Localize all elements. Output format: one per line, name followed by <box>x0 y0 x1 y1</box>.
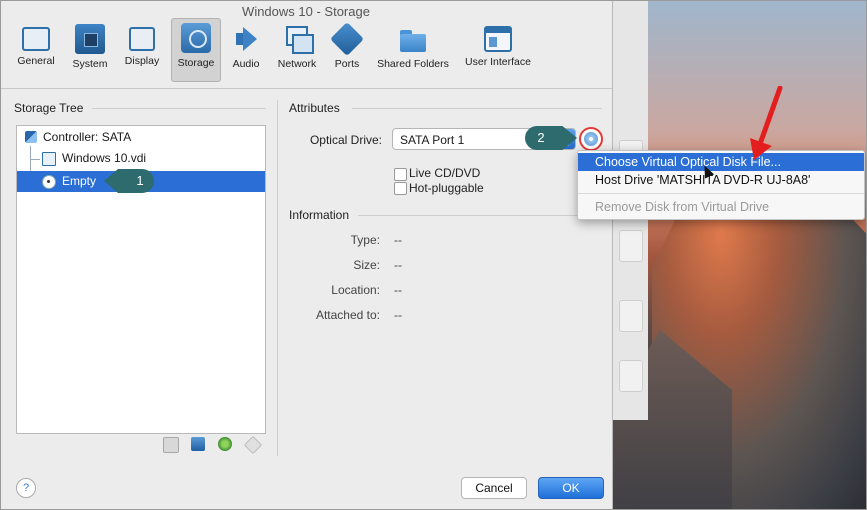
network-icon <box>282 24 314 54</box>
toolbar-system-label: System <box>72 58 108 70</box>
size-value: -- <box>394 258 402 272</box>
settings-toolbar: General System Display Storage Audio Net… <box>0 18 612 84</box>
callout-step-1-number: 1 <box>136 173 144 188</box>
toolbar-display-label: Display <box>124 55 160 67</box>
choose-disk-button[interactable] <box>579 127 603 151</box>
size-label: Size: <box>353 258 380 272</box>
toolbar-general-label: General <box>17 55 55 67</box>
menu-item-remove-disk: Remove Disk from Virtual Drive <box>595 200 770 214</box>
toolbar-shared-folders-label: Shared Folders <box>377 58 449 70</box>
toolbar-divider <box>0 88 612 89</box>
location-value: -- <box>394 283 402 297</box>
tree-item-vdi[interactable]: Windows 10.vdi <box>17 148 265 169</box>
settings-window: Windows 10 - Storage General System Disp… <box>0 0 613 510</box>
tree-item-controller[interactable]: Controller: SATA <box>17 127 265 148</box>
toolbar-audio[interactable]: Audio <box>222 20 270 80</box>
window-icon <box>484 26 512 52</box>
toolbar-audio-label: Audio <box>232 58 260 70</box>
panel-divider <box>277 100 278 456</box>
cancel-button[interactable]: Cancel <box>461 477 527 499</box>
attached-to-label: Attached to: <box>315 308 380 322</box>
optical-drive-value: SATA Port 1 <box>400 133 465 147</box>
toolbar-system[interactable]: System <box>66 20 114 80</box>
storage-tree-heading-line <box>92 108 266 109</box>
folder-icon <box>398 24 428 54</box>
attached-to-value: -- <box>394 308 402 322</box>
monitor-icon <box>22 27 50 51</box>
toolbar-storage[interactable]: Storage <box>171 18 221 82</box>
storage-tree-heading: Storage Tree <box>14 101 84 115</box>
desktop-background <box>612 0 867 510</box>
background-window-panel <box>619 300 643 332</box>
toolbar-display[interactable]: Display <box>118 20 166 80</box>
toolbar-network-label: Network <box>277 58 317 70</box>
toolbar-network[interactable]: Network <box>272 20 322 80</box>
tree-toolbar <box>163 435 263 455</box>
controller-icon <box>25 131 37 143</box>
attributes-heading: Attributes <box>289 101 340 115</box>
optical-disc-icon <box>42 175 56 189</box>
red-arrow-icon <box>750 86 783 160</box>
menu-item-host-drive[interactable]: Host Drive 'MATSHITA DVD-R UJ-8A8' <box>578 171 864 189</box>
toolbar-user-interface[interactable]: User Interface <box>462 20 534 80</box>
background-window-panel <box>619 360 643 392</box>
live-cd-checkbox[interactable] <box>394 168 407 181</box>
toolbar-ports[interactable]: Ports <box>325 20 369 80</box>
tree-item-vdi-label: Windows 10.vdi <box>62 151 147 165</box>
toolbar-user-interface-label: User Interface <box>465 56 531 68</box>
tree-item-optical-label: Empty <box>62 174 97 188</box>
hard-disk-icon <box>42 152 56 166</box>
add-disk-icon[interactable] <box>191 437 205 451</box>
disk-icon <box>181 23 211 53</box>
help-button[interactable]: ? <box>16 478 36 498</box>
type-label: Type: <box>350 233 380 247</box>
optical-disc-icon <box>584 132 598 146</box>
ports-icon <box>330 22 364 56</box>
tree-item-controller-label: Controller: SATA <box>43 130 132 144</box>
location-label: Location: <box>331 283 380 297</box>
display-icon <box>129 27 155 51</box>
live-cd-label: Live CD/DVD <box>409 166 481 180</box>
optical-disk-menu: Choose Virtual Optical Disk File... Host… <box>577 150 865 220</box>
information-heading: Information <box>289 208 350 222</box>
information-heading-line <box>358 215 602 216</box>
toolbar-ports-label: Ports <box>334 58 360 70</box>
toolbar-general[interactable]: General <box>12 20 60 80</box>
remove-attachment-icon[interactable] <box>243 435 263 455</box>
menu-item-choose-disk-file[interactable]: Choose Virtual Optical Disk File... <box>578 153 864 171</box>
speaker-icon <box>231 24 261 54</box>
ok-button[interactable]: OK <box>538 477 604 499</box>
hot-pluggable-label: Hot-pluggable <box>409 181 484 195</box>
hot-pluggable-checkbox[interactable] <box>394 182 407 195</box>
toolbar-shared-folders[interactable]: Shared Folders <box>374 20 452 80</box>
attributes-heading-line <box>352 108 602 109</box>
type-value: -- <box>394 233 402 247</box>
toolbar-storage-label: Storage <box>177 57 215 69</box>
menu-separator <box>578 193 864 194</box>
callout-step-2-number: 2 <box>537 130 545 145</box>
chip-icon <box>75 24 105 54</box>
background-window-panel <box>619 230 643 262</box>
add-attachment-icon[interactable] <box>218 437 232 451</box>
remove-controller-icon[interactable] <box>163 437 179 453</box>
optical-drive-label: Optical Drive: <box>309 133 382 147</box>
